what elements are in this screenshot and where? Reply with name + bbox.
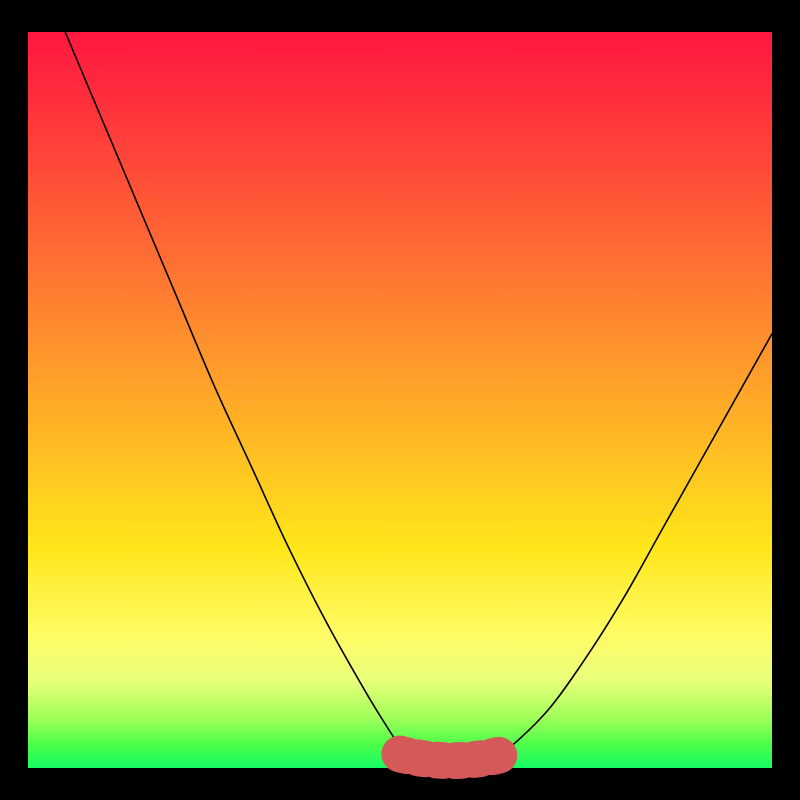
plot-area bbox=[28, 32, 772, 768]
bottleneck-curve bbox=[65, 32, 772, 769]
curve-svg bbox=[28, 32, 772, 768]
chart-container: TheBottleneck.com bbox=[0, 0, 800, 800]
optimum-marker bbox=[400, 754, 504, 761]
